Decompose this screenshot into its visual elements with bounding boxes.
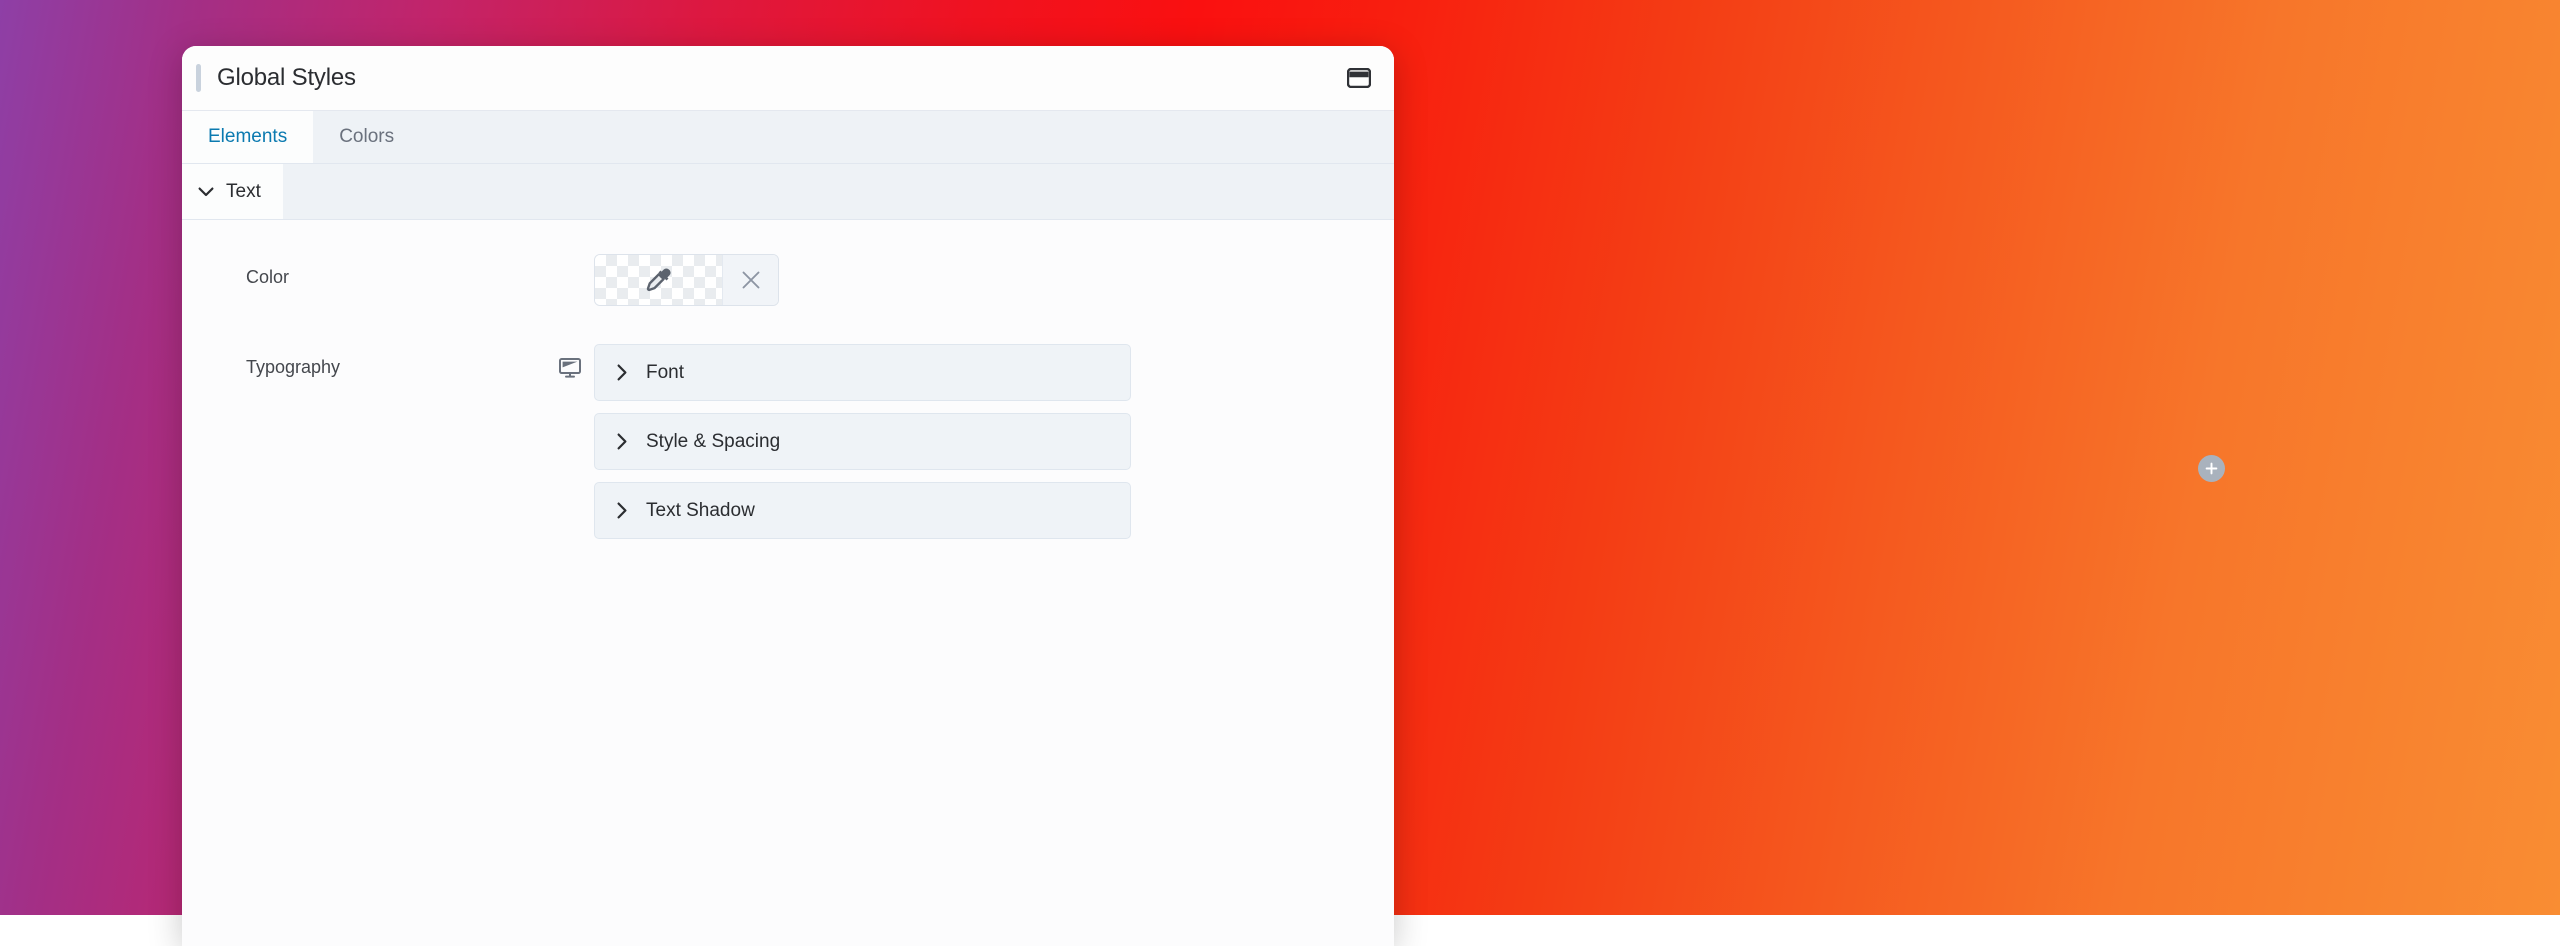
title-accent-bar [196, 64, 201, 92]
control-field-typography: Font Style & Spacing Text Shadow [594, 344, 1394, 539]
accordion-label-text-shadow: Text Shadow [646, 500, 755, 522]
section-tab-text[interactable]: Text [182, 164, 283, 219]
page-title: Global Styles [217, 64, 356, 92]
accordion-font[interactable]: Font [594, 344, 1131, 401]
panel-titlebar: Global Styles [182, 46, 1394, 111]
eyedropper-icon [644, 265, 674, 295]
color-swatch[interactable] [595, 255, 722, 305]
control-label-color: Color [246, 254, 546, 288]
color-responsive-slot [546, 254, 594, 268]
desktop-icon [559, 358, 581, 378]
color-picker[interactable] [594, 254, 779, 306]
global-styles-panel: Global Styles Elements Colors Text Color [182, 46, 1394, 946]
accordion-style-spacing[interactable]: Style & Spacing [594, 413, 1131, 470]
control-label-typography: Typography [246, 344, 546, 378]
accordion-label-font: Font [646, 362, 684, 384]
add-block-button[interactable] [2198, 455, 2225, 482]
control-row-color: Color [182, 254, 1394, 314]
chevron-down-icon [198, 187, 214, 197]
color-clear-button[interactable] [722, 255, 778, 305]
chevron-right-icon [617, 502, 628, 519]
typography-responsive-slot[interactable] [546, 344, 594, 378]
panel-layout-glyph [1347, 68, 1371, 88]
section-title-text: Text [226, 181, 261, 203]
typography-accordion-list: Font Style & Spacing Text Shadow [594, 344, 1394, 539]
chevron-right-icon [617, 364, 628, 381]
accordion-text-shadow[interactable]: Text Shadow [594, 482, 1131, 539]
accordion-label-style-spacing: Style & Spacing [646, 431, 780, 453]
panel-body: Color [182, 220, 1394, 946]
chevron-right-icon [617, 433, 628, 450]
panel-tabs: Elements Colors [182, 111, 1394, 164]
tab-colors[interactable]: Colors [313, 111, 420, 163]
control-field-color [594, 254, 1394, 306]
section-header-text[interactable]: Text [182, 164, 1394, 220]
control-row-typography: Typography Font [182, 344, 1394, 539]
plus-icon [2205, 462, 2218, 475]
tab-elements[interactable]: Elements [182, 111, 313, 163]
panel-layout-icon[interactable] [1346, 65, 1372, 91]
close-icon [740, 269, 762, 291]
